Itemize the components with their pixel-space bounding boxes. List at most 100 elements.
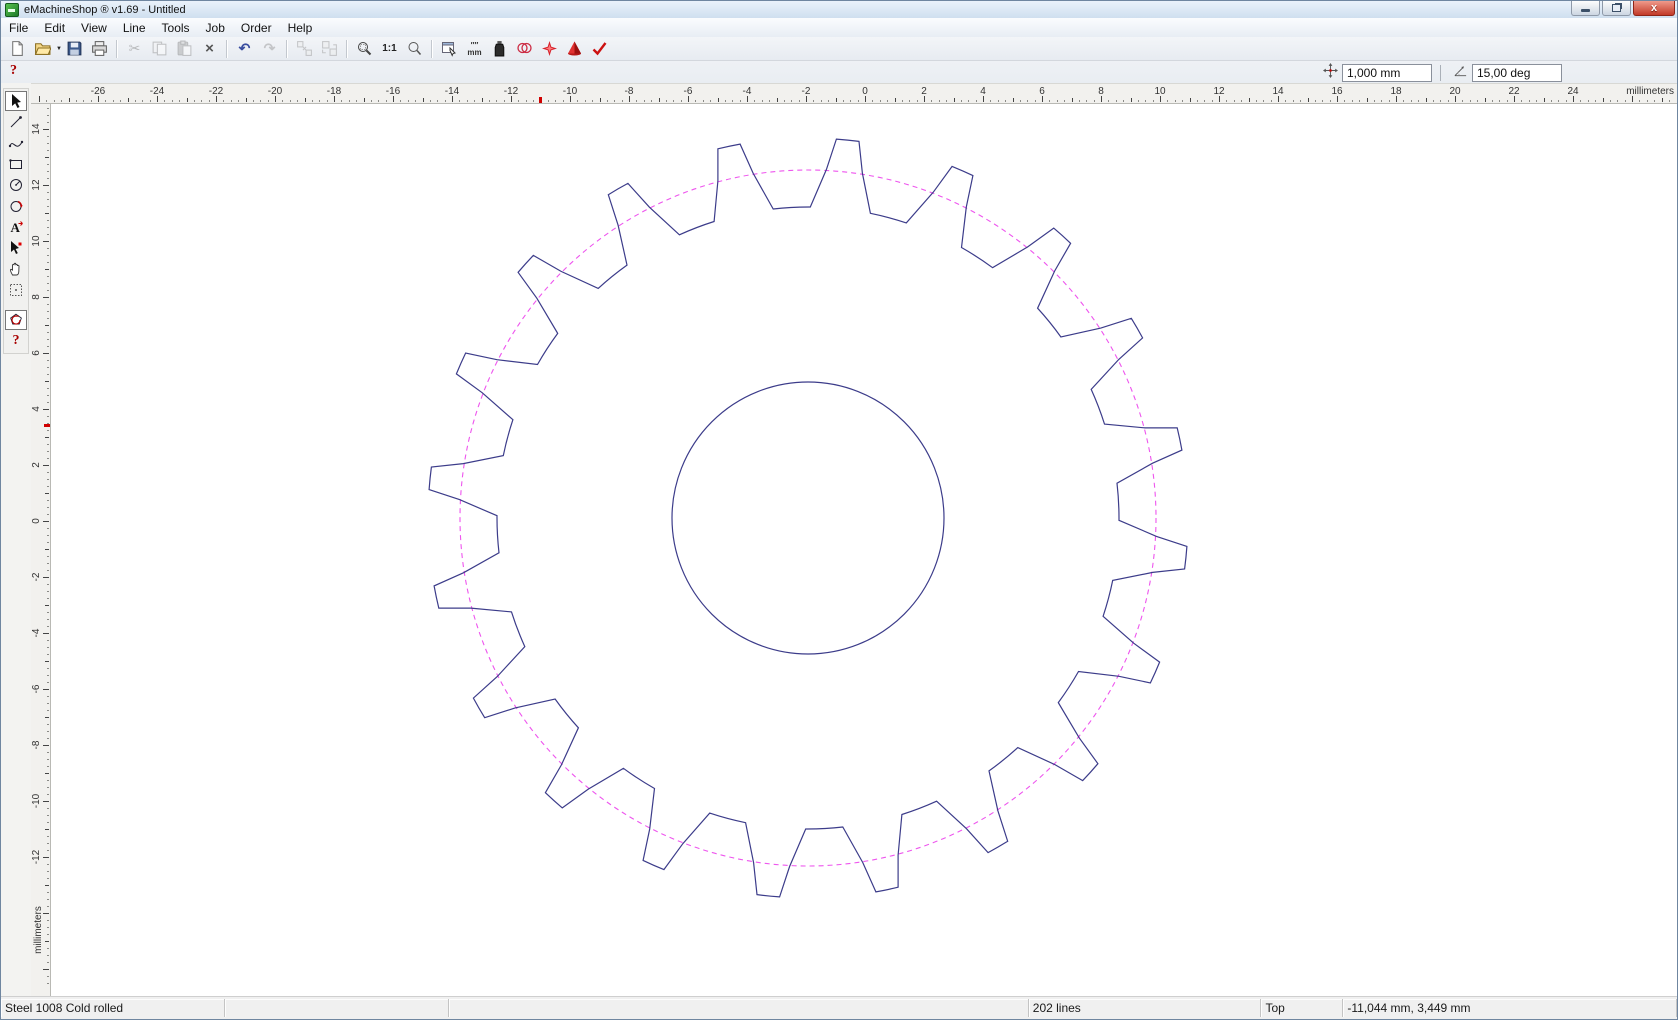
arc-rotate-tool[interactable]: [5, 196, 27, 216]
v-ruler-tick: [47, 206, 49, 207]
add-marker-button[interactable]: [538, 38, 561, 59]
paste-button[interactable]: [173, 38, 196, 59]
group-button[interactable]: [318, 38, 341, 59]
new-file-button[interactable]: [6, 38, 29, 59]
line-tool[interactable]: [5, 112, 27, 132]
menu-item-help[interactable]: Help: [280, 19, 321, 37]
h-ruler-tick: [518, 100, 519, 102]
save-file-button[interactable]: [63, 38, 86, 59]
angle-step-input[interactable]: [1472, 64, 1562, 82]
h-ruler-tick: [54, 100, 55, 102]
menu-item-line[interactable]: Line: [115, 19, 154, 37]
vertex-edit-tool[interactable]: [5, 238, 27, 258]
h-ruler-tick: [39, 96, 40, 102]
menu-item-edit[interactable]: Edit: [36, 19, 73, 37]
open-dropdown-arrow-icon[interactable]: ▼: [56, 46, 62, 52]
minimize-button[interactable]: [1571, 1, 1600, 16]
h-ruler-tick: [1094, 100, 1095, 102]
h-ruler-tick: [1426, 98, 1427, 102]
h-ruler-tick: [356, 100, 357, 102]
copy-button[interactable]: [148, 38, 171, 59]
circle-tool[interactable]: [5, 175, 27, 195]
material-button[interactable]: [488, 38, 511, 59]
v-ruler-tick: [47, 150, 49, 151]
v-ruler-tick: [47, 766, 49, 767]
undo-button[interactable]: ↶: [233, 38, 256, 59]
close-button[interactable]: x: [1633, 1, 1675, 16]
v-ruler-tick: [47, 864, 49, 865]
grid-icon: [8, 282, 24, 298]
units-mm-button[interactable]: ″″mm: [463, 38, 486, 59]
h-ruler-tick: [1595, 100, 1596, 102]
revolve-tool[interactable]: [5, 310, 27, 330]
h-ruler-tick: [1167, 100, 1168, 102]
menu-item-view[interactable]: View: [73, 19, 115, 37]
v-ruler-tick: [47, 458, 49, 459]
h-ruler-tick: [1175, 100, 1176, 102]
h-ruler-tick: [467, 100, 468, 102]
curve-icon: [8, 135, 24, 151]
menu-item-job[interactable]: Job: [198, 19, 233, 37]
h-ruler-tick: [386, 100, 387, 102]
zoom-actual-button[interactable]: 1:1: [378, 38, 401, 59]
length-step-input[interactable]: [1342, 64, 1432, 82]
drawing-canvas[interactable]: [51, 104, 1678, 996]
h-ruler-label: 0: [845, 86, 885, 97]
h-ruler-tick: [1359, 100, 1360, 102]
v-ruler-tick: [47, 479, 49, 480]
rectangle-tool[interactable]: [5, 154, 27, 174]
gear-bore-circle[interactable]: [672, 382, 944, 654]
zoom-tool-button[interactable]: [403, 38, 426, 59]
zoom-window-button[interactable]: [353, 38, 376, 59]
restore-button[interactable]: [1602, 1, 1631, 16]
check-design-button[interactable]: [588, 38, 611, 59]
h-ruler-tick: [319, 100, 320, 102]
v-ruler-tick: [47, 486, 49, 487]
vertical-ruler: -12-10-8-6-4-202468101214millimeters: [31, 104, 51, 996]
help-tool[interactable]: ?: [5, 331, 27, 351]
redo-button[interactable]: ↷: [258, 38, 281, 59]
h-ruler-label: -14: [432, 86, 472, 97]
v-ruler-tick: [47, 220, 49, 221]
menu-bar: FileEditViewLineToolsJobOrderHelp: [1, 18, 1677, 37]
delete-button[interactable]: ×: [198, 38, 221, 59]
print-button[interactable]: [88, 38, 111, 59]
h-ruler-tick: [1300, 100, 1301, 102]
ungroup-button[interactable]: [293, 38, 316, 59]
v-ruler-tick: [47, 668, 49, 669]
v-ruler-cursor-marker: [44, 424, 50, 427]
menu-item-file[interactable]: File: [1, 19, 36, 37]
v-ruler-tick: [47, 738, 49, 739]
h-ruler-label: 20: [1435, 86, 1475, 97]
v-ruler-tick: [47, 248, 49, 249]
open-file-button[interactable]: [31, 38, 54, 59]
shape-overlap-button[interactable]: [513, 38, 536, 59]
h-ruler-tick: [1234, 100, 1235, 102]
v-ruler-tick: [43, 577, 49, 578]
select-tool[interactable]: [5, 91, 27, 111]
h-ruler-tick: [909, 100, 910, 102]
group-icon: [321, 40, 338, 57]
selection-grid-tool[interactable]: [5, 280, 27, 300]
h-ruler-tick: [636, 100, 637, 102]
v-ruler-tick: [47, 304, 49, 305]
h-ruler-label: 24: [1553, 86, 1593, 97]
h-ruler-tick: [282, 100, 283, 102]
pan-tool[interactable]: [5, 259, 27, 279]
v-ruler-tick: [47, 178, 49, 179]
cut-button[interactable]: ✂: [123, 38, 146, 59]
h-ruler-tick: [1433, 100, 1434, 102]
h-ruler-tick: [1079, 100, 1080, 102]
h-ruler-tick: [976, 100, 977, 102]
h-ruler-label: -2: [786, 86, 826, 97]
menu-item-order[interactable]: Order: [233, 19, 280, 37]
h-ruler-tick: [872, 100, 873, 102]
text-tool[interactable]: A: [5, 217, 27, 237]
h-ruler-tick: [105, 100, 106, 102]
h-ruler-tick: [533, 100, 534, 102]
menu-item-tools[interactable]: Tools: [154, 19, 198, 37]
view-3d-button[interactable]: [563, 38, 586, 59]
curve-tool[interactable]: [5, 133, 27, 153]
job-settings-button[interactable]: [438, 38, 461, 59]
gear-outline[interactable]: [429, 139, 1187, 897]
